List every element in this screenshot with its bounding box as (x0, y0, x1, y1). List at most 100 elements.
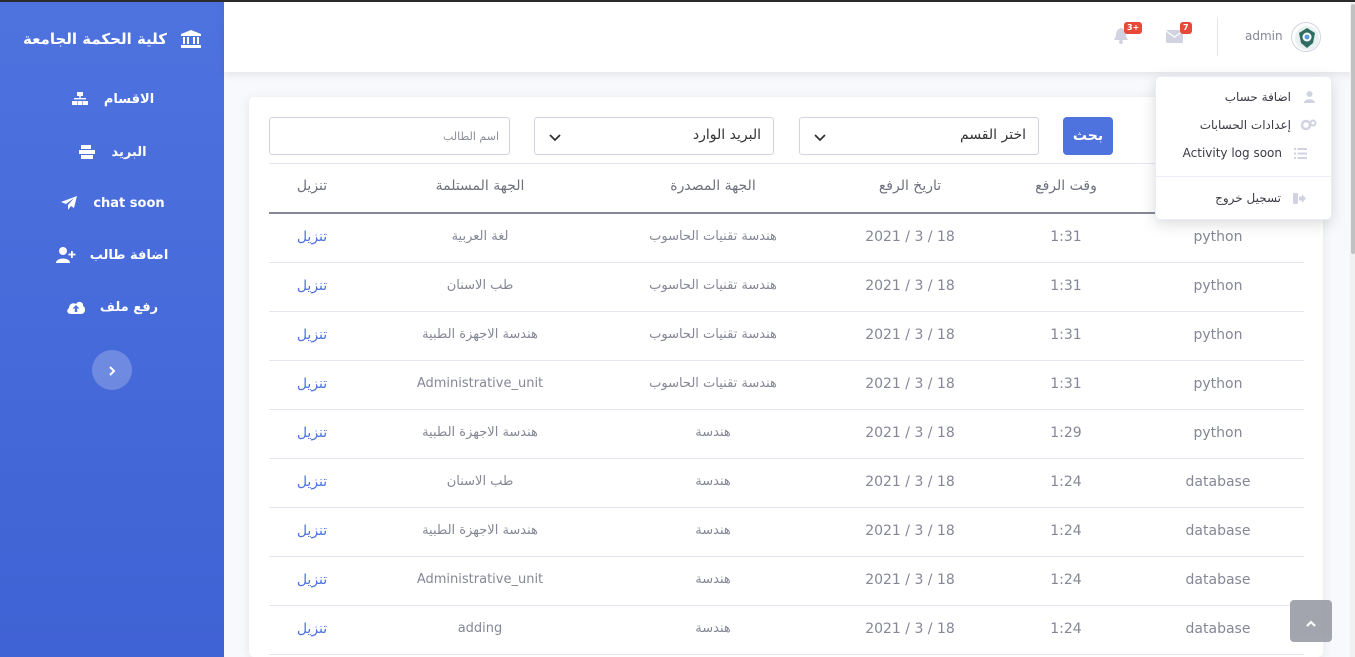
table-cell-date: 2021 / 3 / 18 (865, 376, 955, 392)
sidebar-item-label: chat soon (93, 195, 165, 211)
table-cell-time: 1:31 (1050, 229, 1082, 245)
sidebar-item-chat[interactable]: chat soon (0, 188, 224, 218)
cloud-upload-icon (66, 299, 86, 315)
sign-out-icon (1291, 192, 1307, 204)
sidebar-item-label: الاقسام (103, 91, 155, 107)
table-cell-time: 1:24 (1050, 621, 1082, 637)
table-cell-time: 1:24 (1050, 572, 1082, 588)
table-row-divider (269, 409, 1304, 410)
menu-item-logout[interactable]: تسجيل خروج (1215, 188, 1307, 208)
search-button[interactable]: بحث (1063, 117, 1113, 155)
table-cell-receiver: Administrative_unit (416, 572, 544, 587)
sidebar-item-upload-file[interactable]: رفع ملف (0, 292, 224, 322)
table-cell-date: 2021 / 3 / 18 (865, 229, 955, 245)
sidebar-item-label: رفع ملف (99, 299, 159, 315)
table-cell-sender: هندسة (695, 474, 731, 489)
download-link[interactable]: تنزيل (297, 621, 327, 637)
table-cell-subject: database (1185, 474, 1251, 490)
column-header-date: تاريخ الرفع (878, 178, 942, 194)
menu-item-label: تسجيل خروج (1215, 191, 1281, 205)
alerts-badge: 3+ (1124, 22, 1143, 34)
brand[interactable]: كلية الحكمة الجامعة (0, 24, 224, 54)
table-cell-receiver: هندسة الاجهزة الطبية (422, 425, 538, 440)
menu-divider (1156, 176, 1333, 177)
sidebar-toggle-button[interactable] (92, 350, 132, 390)
department-select[interactable]: اختر القسم (799, 117, 1039, 155)
table-cell-time: 1:31 (1050, 376, 1082, 392)
menu-item-label: Activity log soon (1182, 146, 1282, 160)
table-cell-date: 2021 / 3 / 18 (865, 327, 955, 343)
column-header-download: تنزيل (296, 178, 328, 194)
mail-tray-icon (77, 144, 97, 160)
menu-item-label: اضافة حساب (1224, 90, 1291, 104)
paper-plane-icon (59, 195, 79, 211)
menu-item-add-account[interactable]: اضافة حساب (1225, 87, 1317, 107)
user-name[interactable]: admin (1245, 29, 1283, 43)
sitemap-icon (70, 91, 90, 107)
table-row-divider (269, 360, 1304, 361)
table-cell-subject: database (1185, 523, 1251, 539)
user-icon (1301, 91, 1317, 103)
table-cell-subject: python (1193, 278, 1243, 294)
download-link[interactable]: تنزيل (297, 572, 327, 588)
table-cell-sender: هندسة (695, 572, 731, 587)
table-cell-subject: python (1193, 327, 1243, 343)
sidebar-item-add-student[interactable]: اضافة طالب (0, 240, 224, 270)
menu-item-activity-log[interactable]: Activity log soon (1183, 143, 1308, 163)
scroll-to-top-button[interactable] (1290, 600, 1332, 642)
messages-button[interactable]: 7 (1165, 22, 1192, 47)
window-top-border (0, 0, 1355, 2)
download-link[interactable]: تنزيل (297, 425, 327, 441)
sidebar: كلية الحكمة الجامعة الاقسام البريد chat … (0, 0, 224, 657)
page-scrollbar-thumb[interactable] (1351, 4, 1355, 254)
table-cell-sender: هندسة (695, 523, 731, 538)
download-link[interactable]: تنزيل (297, 327, 327, 343)
avatar[interactable] (1291, 22, 1321, 52)
column-header-time: وقت الرفع (1035, 178, 1097, 194)
table-row-divider (269, 556, 1304, 557)
table-header-top-border (269, 163, 1304, 164)
table-header-bottom-border (269, 212, 1304, 214)
table-cell-receiver: طب الاسنان (446, 278, 514, 293)
student-name-input[interactable] (269, 117, 510, 155)
table-cell-date: 2021 / 3 / 18 (865, 278, 955, 294)
download-link[interactable]: تنزيل (297, 523, 327, 539)
sidebar-item-departments[interactable]: الاقسام (0, 84, 224, 114)
table-cell-sender: هندسة تقنيات الحاسوب (649, 327, 777, 342)
download-link[interactable]: تنزيل (297, 229, 327, 245)
chevron-down-icon (814, 130, 826, 146)
user-plus-icon (55, 247, 76, 263)
table-cell-subject: python (1193, 376, 1243, 392)
table-cell-time: 1:24 (1050, 523, 1082, 539)
table-cell-receiver: طب الاسنان (446, 474, 514, 489)
table-cell-time: 1:31 (1050, 278, 1082, 294)
table-cell-sender: هندسة (695, 425, 731, 440)
download-link[interactable]: تنزيل (297, 278, 327, 294)
table-cell-time: 1:24 (1050, 474, 1082, 490)
table-cell-time: 1:31 (1050, 327, 1082, 343)
mailbox-select-value: البريد الوارد (692, 127, 761, 143)
sidebar-item-label: البريد (111, 144, 147, 160)
table-cell-sender: هندسة تقنيات الحاسوب (649, 376, 777, 391)
chevron-down-icon (549, 130, 561, 146)
table-cell-date: 2021 / 3 / 18 (865, 474, 955, 490)
user-dropdown-menu: اضافة حساب إعدادات الحسابات Activity log… (1155, 76, 1333, 220)
department-select-value: اختر القسم (960, 127, 1026, 143)
sidebar-item-mail[interactable]: البريد (0, 137, 224, 167)
menu-item-account-settings[interactable]: إعدادات الحسابات (1200, 115, 1317, 135)
download-link[interactable]: تنزيل (297, 376, 327, 392)
sidebar-item-label: اضافة طالب (89, 247, 169, 263)
topbar: 3+ 7 admin (224, 2, 1355, 72)
table-cell-receiver: Administrative_unit (416, 376, 544, 391)
brand-title: كلية الحكمة الجامعة (22, 30, 168, 48)
table-row-divider (269, 605, 1304, 606)
table-cell-subject: database (1185, 572, 1251, 588)
column-header-sender: الجهة المصدرة (670, 178, 756, 194)
table-row-divider (269, 262, 1304, 263)
messages-badge: 7 (1180, 22, 1192, 34)
alerts-button[interactable]: 3+ (1114, 22, 1143, 48)
mailbox-select[interactable]: البريد الوارد (534, 117, 774, 155)
download-link[interactable]: تنزيل (297, 474, 327, 490)
table-row-divider (269, 311, 1304, 312)
table-row-divider (269, 458, 1304, 459)
